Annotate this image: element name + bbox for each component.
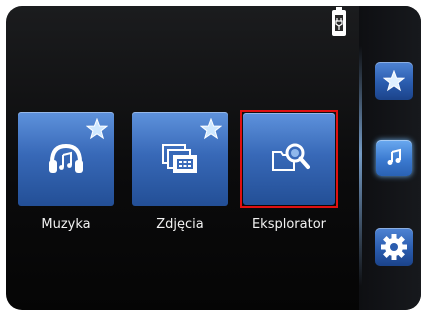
photos-tile[interactable] — [132, 112, 228, 206]
dock-music-button[interactable] — [376, 140, 412, 176]
battery-charging-icon — [332, 7, 346, 36]
gear-icon — [381, 234, 407, 260]
dock-settings-button[interactable] — [375, 228, 413, 266]
music-note-icon — [387, 148, 401, 165]
photos-tile-label: Zdjęcia — [156, 217, 204, 232]
device-screen: Muzyka Zdjęcia Eksplorator — [6, 6, 421, 310]
folder-search-icon — [272, 143, 310, 171]
dock-edge-glow — [359, 46, 362, 286]
explorer-tile[interactable] — [240, 110, 338, 208]
music-tile-label: Muzyka — [41, 217, 91, 232]
explorer-tile-label: Eksplorator — [251, 217, 327, 232]
star-icon — [383, 70, 405, 92]
music-tile[interactable] — [18, 112, 114, 206]
favorite-star-icon — [86, 118, 108, 140]
favorite-star-icon — [200, 118, 222, 140]
photo-album-icon — [162, 144, 197, 173]
headphones-music-icon — [49, 143, 83, 173]
dock-favorites-button[interactable] — [375, 62, 413, 100]
side-dock — [359, 6, 421, 310]
